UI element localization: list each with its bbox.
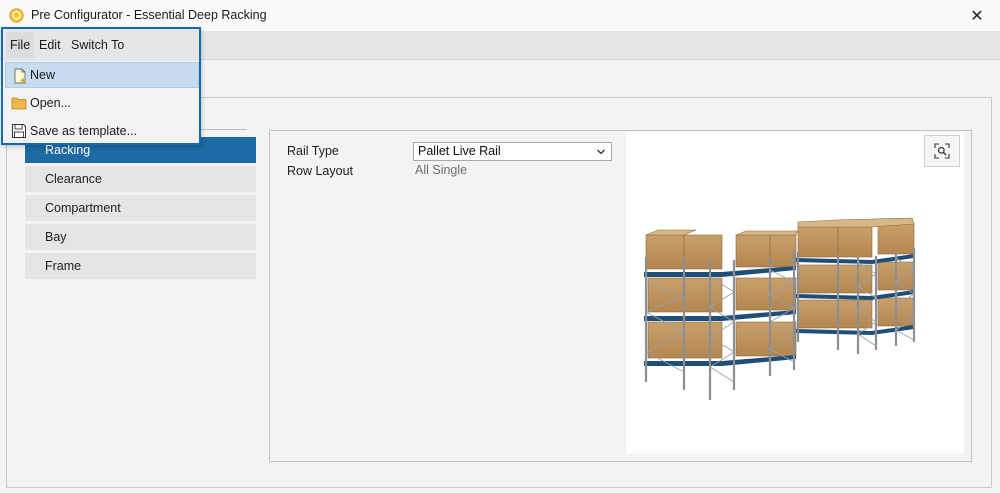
- nav-item-compartment[interactable]: Compartment: [25, 195, 256, 221]
- menu-file[interactable]: File: [6, 32, 34, 58]
- menu-item-new-label: New: [30, 68, 56, 82]
- rail-type-value: Pallet Live Rail: [418, 144, 501, 158]
- nav-item-clearance[interactable]: Clearance: [25, 166, 256, 192]
- close-icon: ✕: [970, 8, 984, 25]
- menu-item-new[interactable]: New: [5, 62, 199, 88]
- save-icon: [12, 124, 26, 138]
- rack-3d-illustration: [644, 217, 916, 400]
- menu-edit[interactable]: Edit: [39, 38, 61, 52]
- rack-preview[interactable]: [626, 132, 964, 454]
- chevron-down-icon: [596, 144, 606, 163]
- menu-item-open-label: Open...: [30, 96, 71, 110]
- new-document-icon: [14, 68, 26, 84]
- menu-item-save-label: Save as template...: [30, 124, 138, 138]
- nav-item-bay[interactable]: Bay: [25, 224, 256, 250]
- left-rack: [644, 229, 799, 400]
- rail-type-label: Rail Type: [287, 144, 339, 158]
- file-menu-dropdown: File Edit Switch To New Open... Save as …: [1, 27, 201, 145]
- nav-item-frame[interactable]: Frame: [25, 253, 256, 279]
- folder-icon: [11, 97, 27, 110]
- row-layout-label: Row Layout: [287, 164, 354, 178]
- menu-switch-to[interactable]: Switch To: [71, 38, 124, 52]
- menu-bar-items: File Edit Switch To: [3, 29, 199, 61]
- close-button[interactable]: ✕: [954, 0, 1000, 32]
- divider: [200, 129, 247, 130]
- row-layout-value: All Single: [415, 163, 468, 177]
- properties-panel: Rail Type Pallet Live Rail Row Layout Al…: [269, 130, 972, 462]
- rail-type-select[interactable]: Pallet Live Rail: [413, 142, 612, 161]
- window-title: Pre Configurator - Essential Deep Rackin…: [31, 8, 267, 22]
- menu-item-open[interactable]: Open...: [5, 90, 199, 116]
- menu-item-save-as-template[interactable]: Save as template...: [5, 118, 199, 144]
- right-rack: [796, 217, 916, 354]
- app-logo-icon: [9, 8, 24, 23]
